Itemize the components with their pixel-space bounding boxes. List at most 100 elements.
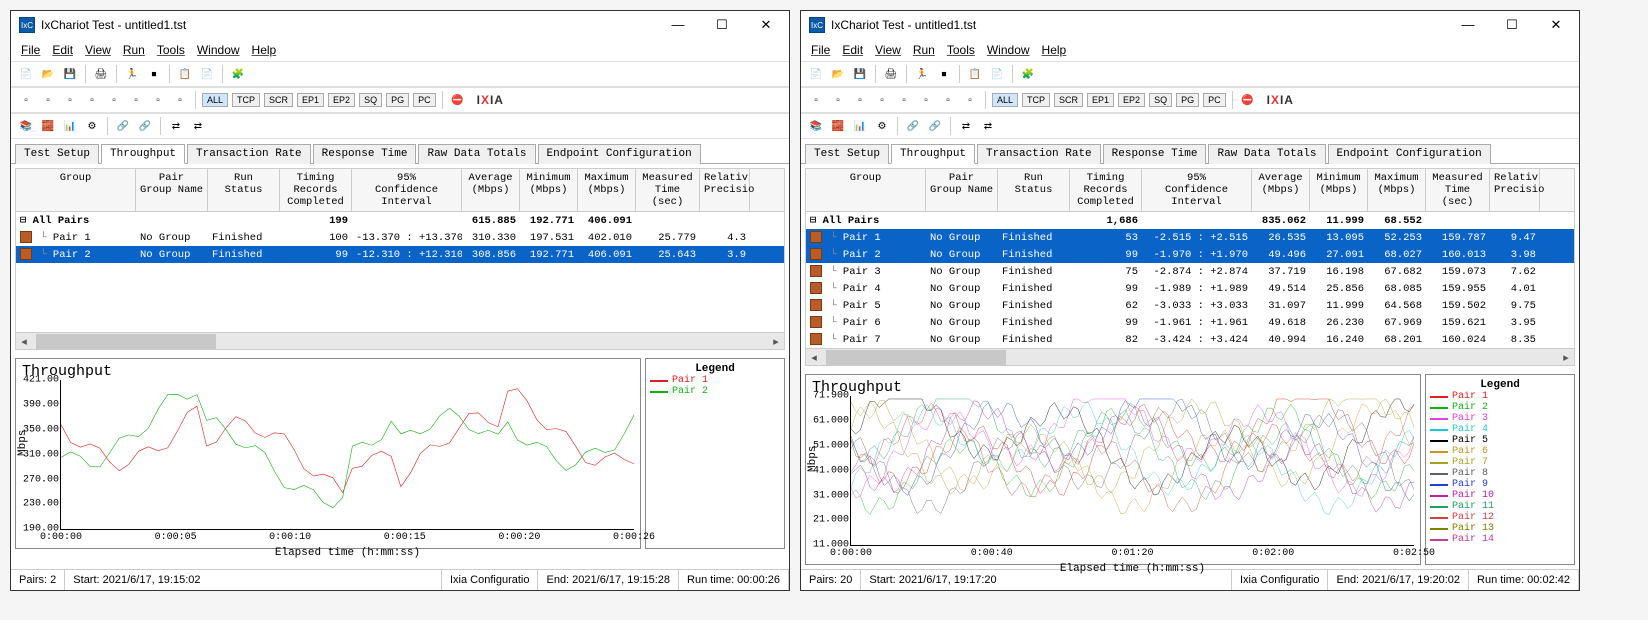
filter-sq-button[interactable]: SQ xyxy=(1149,93,1172,107)
filter-tcp-button[interactable]: TCP xyxy=(1022,93,1050,107)
filter-sq-button[interactable]: SQ xyxy=(359,93,382,107)
stop-icon[interactable]: ⛔ xyxy=(1239,91,1257,109)
menu-file[interactable]: File xyxy=(21,43,40,57)
chart-icon[interactable]: 📊 xyxy=(851,117,869,135)
filter-pg-button[interactable]: PG xyxy=(386,93,409,107)
stop-icon[interactable]: ⛔ xyxy=(449,91,467,109)
tab-transaction-rate[interactable]: Transaction Rate xyxy=(187,144,311,164)
link-icon[interactable]: 🔗 xyxy=(114,117,132,135)
maximize-button[interactable]: ☐ xyxy=(707,17,737,33)
tool-icon[interactable]: 🧩 xyxy=(229,65,247,83)
tab-raw-data-totals[interactable]: Raw Data Totals xyxy=(418,144,535,164)
all-pairs-row[interactable]: ⊟ All Pairs199615.885192.771406.091 xyxy=(16,212,784,229)
save-icon[interactable]: 💾 xyxy=(851,65,869,83)
close-button[interactable]: ✕ xyxy=(1541,17,1571,33)
filter-scr-button[interactable]: SCR xyxy=(1054,93,1083,107)
horizontal-scrollbar[interactable]: ◂▸ xyxy=(806,348,1574,365)
tool-icon[interactable]: ▫ xyxy=(127,91,145,109)
col-header[interactable]: 95%Confidence Interval xyxy=(352,169,462,211)
menu-run[interactable]: Run xyxy=(913,43,935,57)
menu-help[interactable]: Help xyxy=(252,43,277,57)
horizontal-scrollbar[interactable]: ◂▸ xyxy=(16,332,784,349)
col-header[interactable]: RunStatus xyxy=(998,169,1070,211)
print-icon[interactable]: 🖨 xyxy=(92,65,110,83)
col-header[interactable]: Average(Mbps) xyxy=(462,169,520,211)
col-header[interactable]: Maximum(Mbps) xyxy=(578,169,636,211)
chart-icon[interactable]: 📊 xyxy=(61,117,79,135)
tab-test-setup[interactable]: Test Setup xyxy=(805,144,889,164)
col-header[interactable]: Average(Mbps) xyxy=(1252,169,1310,211)
filter-ep1-button[interactable]: EP1 xyxy=(297,93,324,107)
tab-test-setup[interactable]: Test Setup xyxy=(15,144,99,164)
col-header[interactable]: RelativPrecisio xyxy=(1490,169,1540,211)
minimize-button[interactable]: — xyxy=(1453,17,1483,33)
table-row[interactable]: └ Pair 3No GroupFinished75-2.874 : +2.87… xyxy=(806,263,1574,280)
filter-ep1-button[interactable]: EP1 xyxy=(1087,93,1114,107)
tool-icon[interactable]: ▫ xyxy=(39,91,57,109)
table-row[interactable]: └ Pair 4No GroupFinished99-1.989 : +1.98… xyxy=(806,280,1574,297)
filter-ep2-button[interactable]: EP2 xyxy=(1118,93,1145,107)
paste-icon[interactable]: 📄 xyxy=(198,65,216,83)
col-header[interactable]: RunStatus xyxy=(208,169,280,211)
col-header[interactable]: 95%Confidence Interval xyxy=(1142,169,1252,211)
menu-window[interactable]: Window xyxy=(197,43,240,57)
tool-icon[interactable]: 🧩 xyxy=(1019,65,1037,83)
link2-icon[interactable]: 🔗 xyxy=(926,117,944,135)
menu-edit[interactable]: Edit xyxy=(52,43,73,57)
col-header[interactable]: TimingRecords Completed xyxy=(1070,169,1142,211)
filter-scr-button[interactable]: SCR xyxy=(264,93,293,107)
filter-all-button[interactable]: ALL xyxy=(992,93,1018,107)
cfg-icon[interactable]: ⚙ xyxy=(83,117,101,135)
table-row[interactable]: └ Pair 2No GroupFinished99-1.970 : +1.97… xyxy=(806,246,1574,263)
save-icon[interactable]: 💾 xyxy=(61,65,79,83)
minimize-button[interactable]: — xyxy=(663,17,693,33)
tool-icon[interactable]: ▫ xyxy=(105,91,123,109)
copy-icon[interactable]: 📋 xyxy=(176,65,194,83)
pair-icon[interactable]: 📚 xyxy=(17,117,35,135)
tool-icon[interactable]: ▫ xyxy=(17,91,35,109)
group-icon[interactable]: 🧱 xyxy=(829,117,847,135)
copy-icon[interactable]: 📋 xyxy=(966,65,984,83)
col-header[interactable]: Group xyxy=(16,169,136,211)
tab-transaction-rate[interactable]: Transaction Rate xyxy=(977,144,1101,164)
tool-icon[interactable]: ▫ xyxy=(829,91,847,109)
menu-file[interactable]: File xyxy=(811,43,830,57)
col-header[interactable]: MeasuredTime (sec) xyxy=(636,169,700,211)
tab-throughput[interactable]: Throughput xyxy=(101,144,185,164)
tool-icon[interactable]: ▫ xyxy=(149,91,167,109)
run-icon[interactable]: 🏃 xyxy=(913,65,931,83)
stop-icon[interactable]: ⏹ xyxy=(145,65,163,83)
cfg-icon[interactable]: ⚙ xyxy=(873,117,891,135)
flow-icon[interactable]: ⇄ xyxy=(167,117,185,135)
flow2-icon[interactable]: ⇄ xyxy=(189,117,207,135)
tool-icon[interactable]: ▫ xyxy=(851,91,869,109)
menu-view[interactable]: View xyxy=(875,43,901,57)
new-icon[interactable]: 📄 xyxy=(807,65,825,83)
filter-ep2-button[interactable]: EP2 xyxy=(328,93,355,107)
menu-view[interactable]: View xyxy=(85,43,111,57)
close-button[interactable]: ✕ xyxy=(751,17,781,33)
menu-tools[interactable]: Tools xyxy=(947,43,975,57)
tool-icon[interactable]: ▫ xyxy=(895,91,913,109)
tab-raw-data-totals[interactable]: Raw Data Totals xyxy=(1208,144,1325,164)
flow-icon[interactable]: ⇄ xyxy=(957,117,975,135)
col-header[interactable]: MeasuredTime (sec) xyxy=(1426,169,1490,211)
tab-response-time[interactable]: Response Time xyxy=(1103,144,1207,164)
filter-pc-button[interactable]: PC xyxy=(413,93,436,107)
tab-endpoint-configuration[interactable]: Endpoint Configuration xyxy=(1328,144,1491,164)
menu-tools[interactable]: Tools xyxy=(157,43,185,57)
col-header[interactable]: Group xyxy=(806,169,926,211)
menu-help[interactable]: Help xyxy=(1042,43,1067,57)
paste-icon[interactable]: 📄 xyxy=(988,65,1006,83)
filter-pg-button[interactable]: PG xyxy=(1176,93,1199,107)
flow2-icon[interactable]: ⇄ xyxy=(979,117,997,135)
table-row[interactable]: └ Pair 6No GroupFinished99-1.961 : +1.96… xyxy=(806,314,1574,331)
titlebar[interactable]: IxC IxChariot Test - untitled1.tst — ☐ ✕ xyxy=(801,11,1579,39)
tab-endpoint-configuration[interactable]: Endpoint Configuration xyxy=(538,144,701,164)
table-row[interactable]: └ Pair 2No GroupFinished99-12.310 : +12.… xyxy=(16,246,784,263)
print-icon[interactable]: 🖨 xyxy=(882,65,900,83)
link-icon[interactable]: 🔗 xyxy=(904,117,922,135)
new-icon[interactable]: 📄 xyxy=(17,65,35,83)
filter-tcp-button[interactable]: TCP xyxy=(232,93,260,107)
group-icon[interactable]: 🧱 xyxy=(39,117,57,135)
